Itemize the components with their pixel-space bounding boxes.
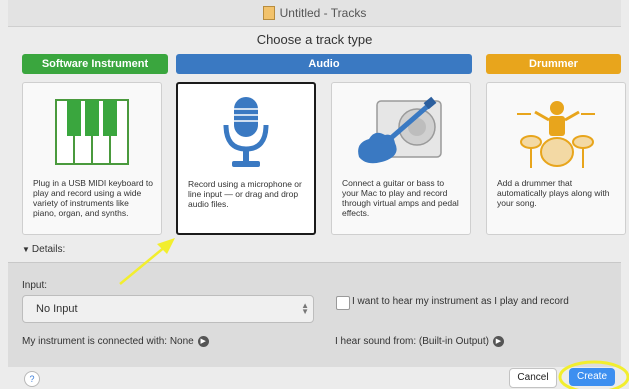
details-label: Details: [31, 244, 66, 255]
track-card-audio-guitar[interactable]: Connect a guitar or bass to your Mac to … [331, 82, 471, 235]
microphone-icon [178, 92, 314, 174]
category-label: Software Instrument [41, 58, 149, 70]
document-icon [262, 6, 275, 20]
details-disclosure[interactable]: ▼ Details: [22, 244, 65, 255]
hear-sound-from-label: I hear sound from: (Built-in Output) [335, 336, 489, 348]
navigate-arrow-icon[interactable]: ▶ [197, 336, 209, 347]
help-button[interactable]: ? [24, 371, 40, 387]
category-label: Drummer [529, 58, 578, 70]
instrument-connected-row: My instrument is connected with: None ▶ [22, 336, 209, 347]
cancel-button[interactable]: Cancel [509, 368, 557, 388]
track-card-drummer[interactable]: Add a drummer that automatically plays a… [486, 82, 626, 235]
dialog-heading: Choose a track type [256, 32, 373, 47]
window-titlebar: Untitled - Tracks [8, 0, 621, 27]
hear-instrument-label: I want to hear my instrument as I play a… [352, 296, 569, 307]
card-description: Record using a microphone or line input … [188, 179, 302, 209]
select-stepper-icon: ▲ ▼ [301, 301, 309, 316]
create-button[interactable]: Create [569, 368, 615, 386]
input-select-value: No Input [36, 303, 78, 315]
disclosure-triangle-icon: ▼ [22, 245, 30, 254]
annotation-arrow-head [157, 238, 175, 254]
guitar-amp-icon [332, 91, 470, 173]
track-card-software-instrument[interactable]: Plug in a USB MIDI keyboard to play and … [22, 82, 162, 235]
window-title: Untitled - Tracks [279, 6, 367, 20]
category-label: Audio [308, 58, 340, 70]
card-description: Connect a guitar or bass to your Mac to … [342, 178, 459, 218]
card-description: Plug in a USB MIDI keyboard to play and … [33, 178, 154, 218]
instrument-connected-label: My instrument is connected with: None [22, 336, 194, 348]
hear-instrument-checkbox[interactable] [336, 296, 350, 310]
card-description: Add a drummer that automatically plays a… [497, 178, 610, 208]
track-card-audio-microphone[interactable]: Record using a microphone or line input … [176, 82, 316, 235]
category-drummer[interactable]: Drummer [486, 54, 621, 74]
navigate-arrow-icon[interactable]: ▶ [492, 336, 504, 347]
hear-sound-from-row: I hear sound from: (Built-in Output) ▶ [335, 336, 504, 347]
category-software-instrument[interactable]: Software Instrument [22, 54, 168, 74]
drummer-icon [487, 91, 625, 173]
input-select[interactable]: No Input ▲ ▼ [22, 295, 314, 323]
category-audio[interactable]: Audio [176, 54, 472, 74]
input-label: Input: [22, 280, 48, 291]
piano-keyboard-icon [23, 91, 161, 173]
